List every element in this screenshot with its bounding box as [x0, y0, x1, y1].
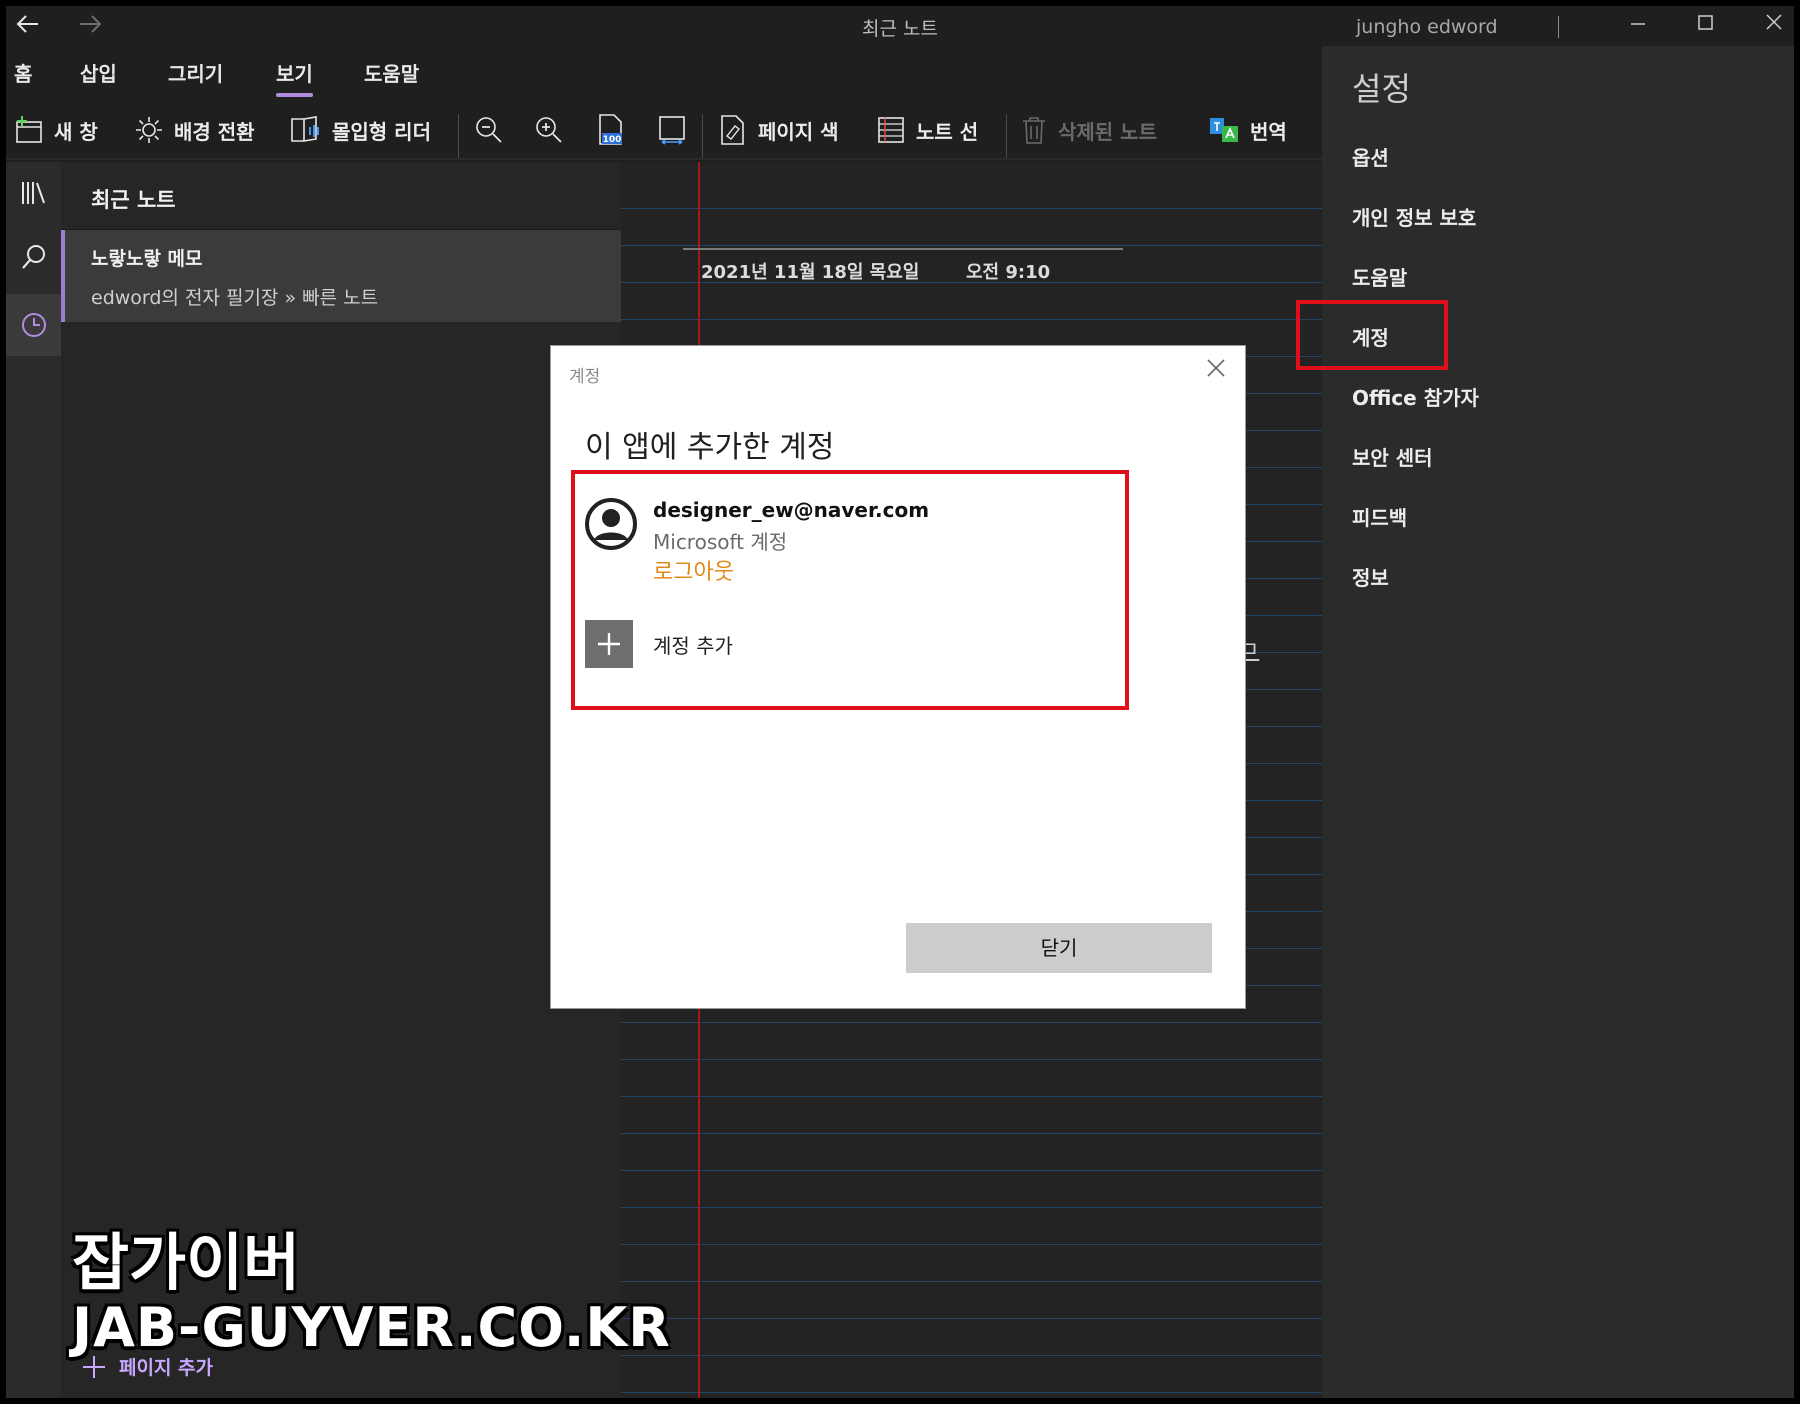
zoom-in-button[interactable] [534, 112, 564, 148]
sun-icon [136, 117, 162, 143]
new-window-button[interactable]: 새 창 [14, 112, 98, 148]
dialog-heading: 이 앱에 추가한 계정 [585, 430, 835, 465]
tab-help[interactable]: 도움말 [364, 58, 419, 87]
close-window-icon[interactable] [1754, 12, 1794, 38]
account-dialog: 계정 이 앱에 추가한 계정 designer_ew@naver.com Mic… [551, 346, 1245, 1008]
page-color-icon [721, 115, 744, 145]
ribbon-divider [6, 158, 1322, 160]
settings-pane: 설정 옵션 개인 정보 보호 도움말 계정 Office 참가자 보안 센터 피… [1296, 46, 1794, 1398]
note-lines-label: 노트 선 [916, 119, 979, 144]
notebooks-button[interactable] [6, 162, 61, 224]
watermark-url: JAB-GUYVER.CO.KR [72, 1296, 671, 1359]
ribbon-toolbar: 새 창 배경 전환 몰입형 리더 100 페이지 색 노트 선 삭제된 노트 번… [6, 106, 1322, 160]
user-name[interactable]: jungho edword [1356, 16, 1498, 38]
note-date: 2021년 11월 18일 목요일 [701, 262, 920, 283]
minimize-icon[interactable] [1618, 12, 1658, 38]
immersive-reader-button[interactable]: 몰입형 리더 [290, 112, 431, 148]
nav-rail [6, 162, 61, 1398]
settings-item-office-insider[interactable]: Office 참가자 [1352, 382, 1479, 411]
tab-view[interactable]: 보기 [276, 58, 313, 97]
settings-item-help[interactable]: 도움말 [1352, 262, 1407, 291]
note-title: 노랗노랗 메모 [91, 248, 203, 270]
dialog-close-button[interactable] [1205, 356, 1227, 386]
dialog-caption: 계정 [569, 367, 601, 387]
new-window-icon [16, 116, 42, 143]
page-zoom-icon: 100 [599, 114, 622, 145]
title-separator [1558, 16, 1559, 38]
settings-item-privacy[interactable]: 개인 정보 보호 [1352, 202, 1476, 231]
add-account-label: 계정 추가 [653, 633, 733, 658]
switch-background-label: 배경 전환 [174, 119, 255, 144]
account-email: designer_ew@naver.com [653, 498, 930, 522]
translate-icon [1210, 118, 1238, 142]
account-type: Microsoft 계정 [653, 530, 788, 554]
close-icon [1207, 359, 1225, 377]
translate-label: 번역 [1250, 119, 1287, 144]
note-lines-icon [878, 117, 904, 143]
highlight-box [1296, 300, 1448, 370]
avatar-icon [585, 498, 637, 550]
translate-button[interactable]: 번역 [1208, 112, 1287, 148]
toolbar-separator [1006, 114, 1007, 158]
title-underline [683, 248, 1123, 250]
watermark-title: 잡가이버 [72, 1226, 301, 1299]
search-button[interactable] [6, 226, 61, 288]
plus-icon [598, 633, 620, 655]
immersive-reader-icon [291, 116, 319, 142]
title-row: 최근 노트 [6, 6, 1794, 42]
logout-link[interactable]: 로그아웃 [653, 554, 734, 586]
settings-item-trust-center[interactable]: 보안 센터 [1352, 442, 1433, 471]
deleted-notes-button[interactable]: 삭제된 노트 [1020, 112, 1157, 148]
zoom-in-icon [536, 117, 562, 143]
switch-background-button[interactable]: 배경 전환 [134, 112, 255, 148]
notebooks-icon [21, 182, 45, 204]
tab-draw[interactable]: 그리기 [168, 58, 223, 87]
window-title: 최근 노트 [862, 18, 938, 40]
recent-notes-header: 최근 노트 [61, 162, 621, 230]
app-window: 최근 노트 jungho edword 홈 삽입 그리기 보기 도움말 새 창 … [6, 6, 1794, 1398]
zoom-badge: 100 [603, 135, 622, 145]
zoom-out-icon [476, 117, 502, 143]
settings-item-options[interactable]: 옵션 [1352, 142, 1389, 171]
new-window-label: 새 창 [54, 119, 98, 144]
trash-icon [1023, 117, 1045, 144]
deleted-notes-label: 삭제된 노트 [1058, 119, 1157, 144]
page-color-button[interactable]: 페이지 색 [718, 112, 839, 148]
note-lines-button[interactable]: 노트 선 [876, 112, 978, 148]
zoom-out-button[interactable] [474, 112, 504, 148]
zoom-100-button[interactable]: 100 [596, 112, 626, 148]
toolbar-separator [458, 114, 459, 158]
immersive-reader-label: 몰입형 리더 [332, 119, 431, 144]
settings-item-feedback[interactable]: 피드백 [1352, 502, 1407, 531]
toolbar-separator [702, 114, 703, 158]
page-width-button[interactable] [656, 112, 688, 148]
note-location: edword의 전자 필기장 » 빠른 노트 [91, 287, 379, 309]
recent-notes-button[interactable] [6, 294, 61, 356]
add-account-plus [585, 620, 633, 668]
close-button[interactable]: 닫기 [906, 923, 1212, 973]
search-icon [21, 245, 45, 269]
add-account-button[interactable]: 계정 추가 [585, 620, 733, 668]
settings-item-about[interactable]: 정보 [1352, 562, 1389, 591]
list-item[interactable]: 노랗노랗 메모 edword의 전자 필기장 » 빠른 노트 [61, 230, 621, 322]
clock-icon [21, 313, 46, 337]
page-width-icon [659, 116, 685, 145]
note-time: 오전 9:10 [966, 262, 1051, 283]
tab-home[interactable]: 홈 [14, 58, 32, 87]
tab-insert[interactable]: 삽입 [80, 58, 117, 87]
settings-title: 설정 [1352, 70, 1411, 108]
maximize-icon[interactable] [1686, 12, 1726, 38]
page-color-label: 페이지 색 [758, 119, 839, 144]
